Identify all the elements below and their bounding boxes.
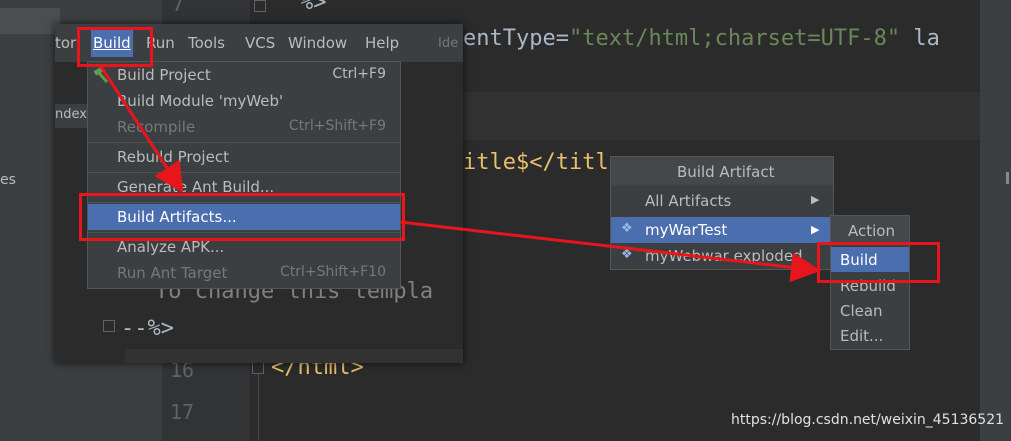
watermark: https://blog.csdn.net/weixin_45136521 (731, 412, 1005, 428)
arrow-to-build-action (399, 220, 821, 283)
annotation-arrows (98, 64, 821, 283)
arrow-to-build-artifacts (98, 64, 184, 194)
